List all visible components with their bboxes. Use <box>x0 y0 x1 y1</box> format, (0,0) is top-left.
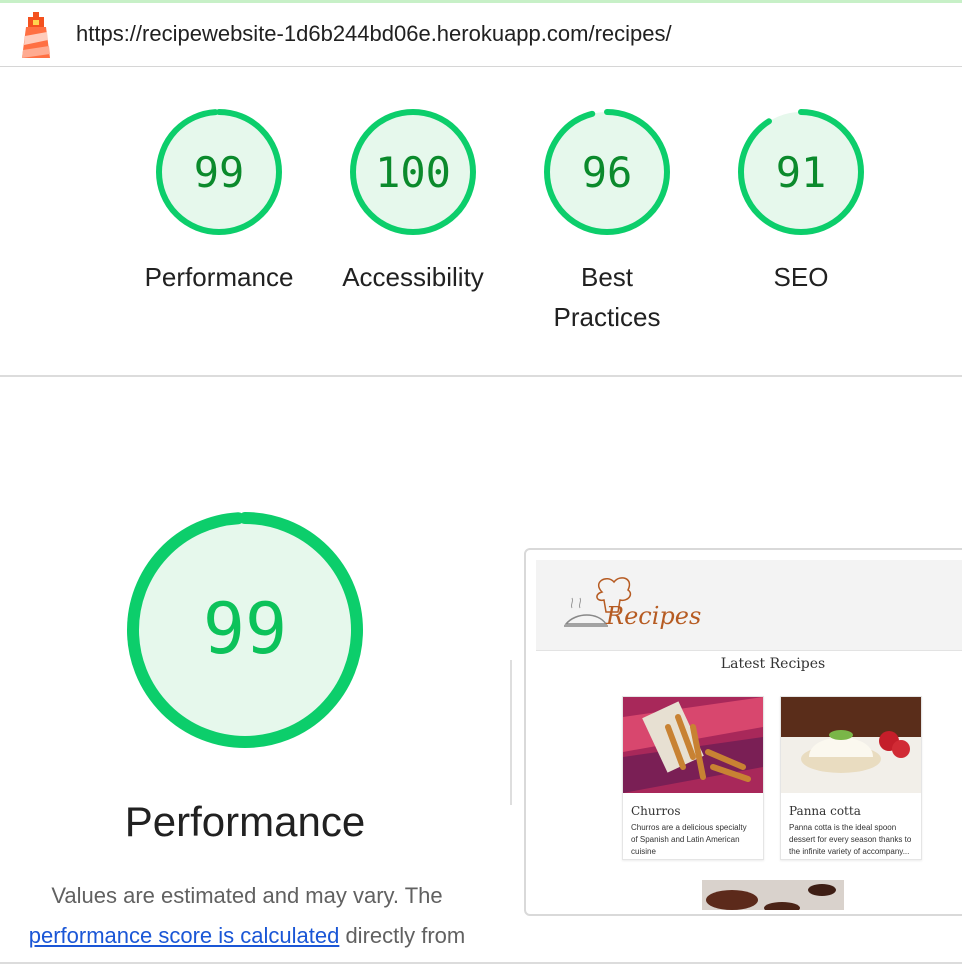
gauge-seo[interactable]: 91 SEO <box>711 107 891 297</box>
performance-title: Performance <box>124 798 366 845</box>
report-url-bar: https://recipewebsite-1d6b244bd06e.herok… <box>0 3 962 67</box>
performance-gauge: 99 <box>120 505 370 755</box>
gauge-ring: 99 <box>156 109 282 235</box>
cocoa-image-partial <box>702 880 844 910</box>
gauge-label: SEO <box>773 262 829 292</box>
gauge-best-practices[interactable]: 96 Best Practices <box>517 107 697 337</box>
gauge-label: Best Practices <box>553 262 661 332</box>
bottom-divider <box>0 962 962 964</box>
score-gauges-row: 99 Performance 100 Accessibility 96 Best Prac… <box>0 67 962 377</box>
performance-gauge-ring: 99 <box>127 512 363 748</box>
lighthouse-logo-icon <box>22 12 50 58</box>
performance-score-calculated-link[interactable]: performance score is calculated <box>29 923 340 948</box>
recipe-card-text: Panna cotta is the ideal spoon dessert f… <box>789 823 912 856</box>
screenshot-site-header: Recipes <box>536 560 962 651</box>
section-divider <box>510 660 512 805</box>
gauge-score: 91 <box>776 148 827 197</box>
recipe-card-title: Panna cotta <box>789 804 861 818</box>
gauge-label: Accessibility <box>342 262 484 292</box>
gauge-score: 96 <box>582 148 633 197</box>
gauge-score: 100 <box>375 148 451 197</box>
final-screenshot-thumbnail[interactable]: Recipes Latest Recipes Churros Churros a… <box>524 548 962 916</box>
gauge-ring: 91 <box>738 109 864 235</box>
recipe-card-text: Churros are a delicious specialty of Spa… <box>631 823 747 856</box>
performance-gauge-score: 99 <box>203 588 287 670</box>
performance-description: Values are estimated and may vary. The p… <box>4 876 490 956</box>
recipe-card: Churros Churros are a delicious specialt… <box>622 696 764 860</box>
gauge-performance[interactable]: 99 Performance <box>129 107 309 297</box>
gauge-label: Performance <box>144 262 294 292</box>
panna-cotta-image <box>781 697 921 793</box>
recipe-card: Panna cotta Panna cotta is the ideal spo… <box>780 696 922 860</box>
screenshot-heading: Latest Recipes <box>720 656 826 672</box>
screenshot-logo-text: Recipes <box>606 602 702 630</box>
recipe-card-title: Churros <box>631 804 681 818</box>
gauge-accessibility[interactable]: 100 Accessibility <box>323 107 503 297</box>
gauge-score: 99 <box>194 148 245 197</box>
gauge-ring: 100 <box>350 109 476 235</box>
churros-image <box>623 697 763 793</box>
gauge-ring: 96 <box>544 109 670 235</box>
description-text-start: Values are estimated and may vary. The <box>51 883 443 908</box>
page-url[interactable]: https://recipewebsite-1d6b244bd06e.herok… <box>76 21 672 47</box>
description-text-end: directly from <box>339 923 466 948</box>
